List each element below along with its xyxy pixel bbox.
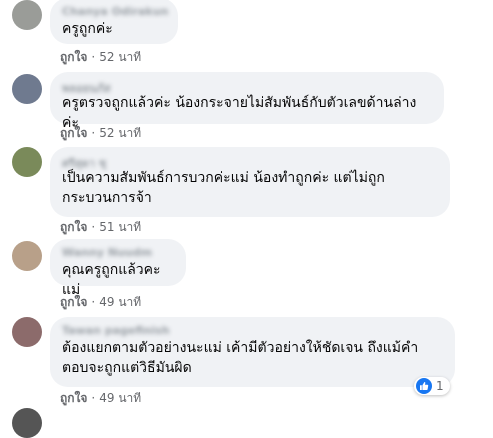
comment-author[interactable]: ศรีสุดา ชุ [62,154,438,170]
separator-dot: · [91,295,96,309]
avatar[interactable] [12,147,42,177]
comment-actions: ถูกใจ · 52 นาที [60,124,141,143]
comment-author[interactable]: Wanny Nuudm [62,246,174,260]
like-reaction-icon [416,378,432,394]
comment-author[interactable]: Chanya Odirakun [62,5,168,19]
comment-author[interactable]: Tawan pagefinish [62,324,443,338]
avatar[interactable] [12,74,42,104]
like-button[interactable]: ถูกใจ [60,295,87,309]
comment-time[interactable]: 52 นาที [99,126,141,140]
separator-dot: · [91,50,96,64]
like-button[interactable]: ถูกใจ [60,50,87,64]
comment-bubble: Wanny Nuudm คุณครูถูกแล้วคะแม่ [50,239,186,298]
like-button[interactable]: ถูกใจ [60,126,87,140]
avatar[interactable] [12,317,42,347]
separator-dot: · [91,220,96,234]
like-button[interactable]: ถูกใจ [60,220,87,234]
reaction-count[interactable]: 1 [414,377,450,395]
comment-time[interactable]: 49 นาที [99,295,141,309]
like-button[interactable]: ถูกใจ [60,391,87,405]
comment-time[interactable]: 51 นาที [99,220,141,234]
comment-bubble: ศรีสุดา ชุ เป็นความสัมพันธ์การบวกค่ะแม่ … [50,147,450,217]
avatar[interactable] [12,0,42,30]
separator-dot: · [91,391,96,405]
comment-text: ต้องแยกตามตัวอย่างนะแม่ เค้ามีตัวอย่างให… [62,340,419,376]
comment-bubble: พลอยนภัส ครูตรวจถูกแล้วค่ะ น้องกระจายไม่… [50,72,444,131]
comment-actions: ถูกใจ · 51 นาที [60,218,141,237]
comment-text: เป็นความสัมพันธ์การบวกค่ะแม่ น้องทำถูกค่… [62,170,385,206]
comment-bubble: Chanya Odirakun ครูถูกค่ะ [50,0,178,44]
comment-actions: ถูกใจ · 49 นาที [60,293,141,312]
comment-time[interactable]: 52 นาที [99,50,141,64]
avatar[interactable] [12,241,42,271]
separator-dot: · [91,126,96,140]
comment-author[interactable]: พลอยนภัส [62,79,432,95]
comment-actions: ถูกใจ · 49 นาที [60,389,141,408]
comment-actions: ถูกใจ · 52 นาที [60,48,141,67]
comment-text: ครูถูกค่ะ [62,21,113,37]
comment-bubble: Tawan pagefinish ต้องแยกตามตัวอย่างนะแม่… [50,317,455,387]
reaction-count-value: 1 [436,379,444,393]
comment-time[interactable]: 49 นาที [99,391,141,405]
